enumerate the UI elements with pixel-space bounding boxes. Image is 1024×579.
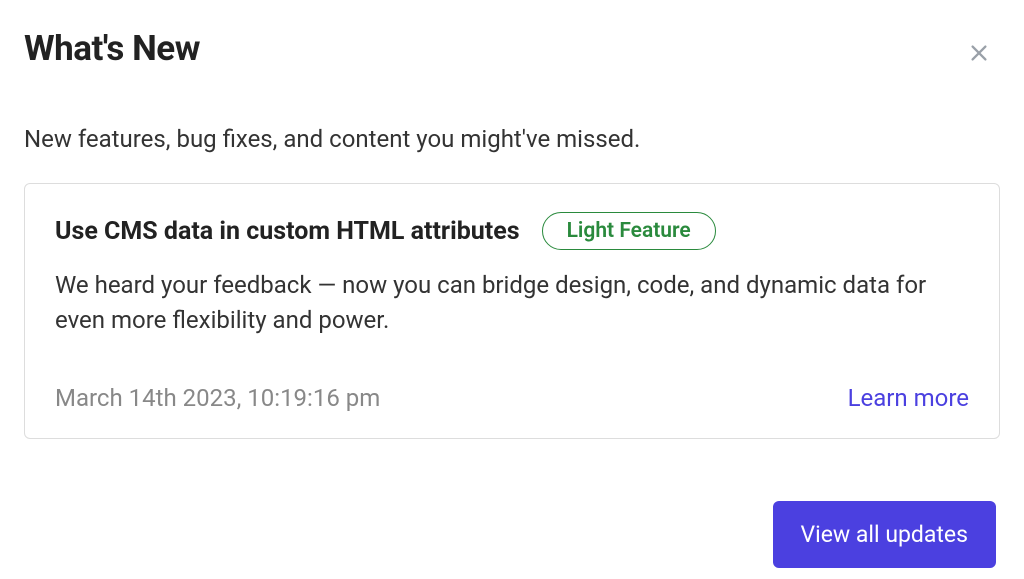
view-all-updates-button[interactable]: View all updates (773, 501, 997, 568)
modal-subtitle: New features, bug fixes, and content you… (24, 125, 1000, 153)
modal-footer: View all updates (24, 501, 1000, 568)
modal-header: What's New (24, 28, 1000, 71)
close-icon (968, 42, 990, 67)
feature-badge: Light Feature (542, 212, 716, 250)
card-title: Use CMS data in custom HTML attributes (55, 217, 520, 246)
modal-title: What's New (24, 28, 200, 69)
card-description: We heard your feedback — now you can bri… (55, 268, 969, 338)
card-timestamp: March 14th 2023, 10:19:16 pm (55, 384, 380, 412)
learn-more-link[interactable]: Learn more (848, 384, 969, 412)
card-header: Use CMS data in custom HTML attributes L… (55, 212, 969, 250)
close-button[interactable] (964, 38, 994, 71)
card-footer: March 14th 2023, 10:19:16 pm Learn more (55, 384, 969, 412)
update-card: Use CMS data in custom HTML attributes L… (24, 183, 1000, 439)
